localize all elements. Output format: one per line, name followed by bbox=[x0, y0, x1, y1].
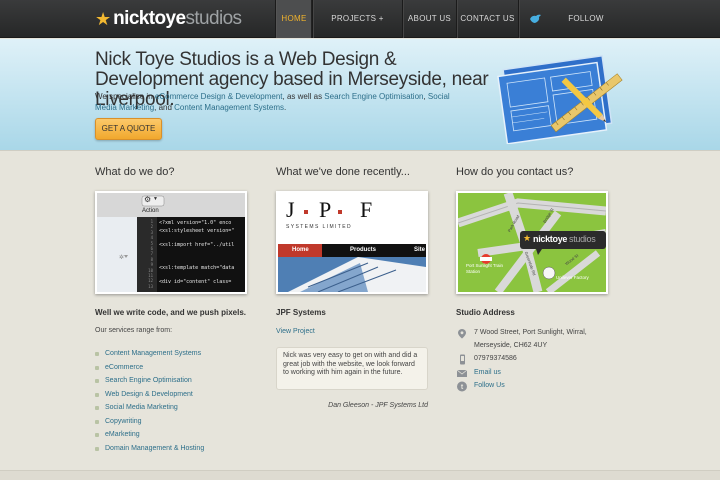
service-link-copywriting[interactable]: Copywriting bbox=[95, 415, 265, 429]
jpf-subtitle: SYSTEMS LIMITED bbox=[286, 224, 353, 230]
code-editor-screenshot: ⚙ ▼ Action ✲ 1 2 3 4 5 6 7 8 9 10 11 12 … bbox=[95, 191, 247, 294]
services-list: Content Management Systems eCommerce Sea… bbox=[95, 347, 265, 455]
email-us-link[interactable]: Email us bbox=[474, 369, 501, 376]
contact-heading: How do you contact us? bbox=[456, 166, 574, 178]
map-star-icon: ★ bbox=[523, 233, 532, 243]
services-intro: Our services range from: bbox=[95, 327, 173, 334]
gear-icon[interactable]: ⚙ bbox=[144, 195, 151, 204]
jpf-letter: F bbox=[360, 197, 373, 222]
line-numbers: 1 2 3 4 5 6 7 8 9 10 11 12 13 bbox=[139, 219, 153, 289]
link-ecommerce-design[interactable]: eCommerce Design & Development bbox=[155, 92, 283, 101]
jpf-nav-home: Home bbox=[292, 247, 309, 253]
action-label: Action bbox=[142, 208, 159, 214]
map-label-station: Port Sunlight Train Station bbox=[466, 263, 504, 274]
nav-item-about-us[interactable]: ABOUT US bbox=[403, 0, 456, 38]
twitter-bird-icon[interactable] bbox=[529, 13, 543, 24]
jpf-project-thumbnail[interactable]: J P F SYSTEMS LIMITED Home Products Site bbox=[276, 191, 428, 294]
project-name: JPF Systems bbox=[276, 308, 326, 317]
site-logo[interactable]: ★ nicktoye studios bbox=[95, 8, 242, 30]
get-a-quote-button[interactable]: GET A QUOTE bbox=[95, 118, 162, 140]
top-nav-bar: ★ nicktoye studios HOME PROJECTS + SERVI… bbox=[0, 0, 720, 61]
nav-item-contact-us[interactable]: CONTACT US bbox=[457, 0, 518, 38]
phone-number: 07979374586 bbox=[474, 355, 517, 362]
dropdown-arrow-icon: ▼ bbox=[153, 196, 158, 202]
recent-work-heading: What we've done recently... bbox=[276, 166, 410, 178]
star-icon: ★ bbox=[95, 9, 112, 29]
code-line: <xsl:stylesheet version=" bbox=[159, 228, 235, 234]
service-link-ecommerce[interactable]: eCommerce bbox=[95, 361, 265, 375]
email-icon bbox=[456, 369, 468, 377]
what-we-do-heading: What do we do? bbox=[95, 166, 175, 178]
nav-item-home[interactable]: HOME bbox=[276, 0, 312, 38]
testimonial-author: Dan Gleeson - JPF Systems Ltd bbox=[328, 402, 428, 409]
map-logo-secondary: studios bbox=[569, 234, 596, 244]
address-line-1: 7 Wood Street, Port Sunlight, Wirral, bbox=[474, 329, 587, 336]
map-logo-primary: nicktoye bbox=[533, 234, 568, 244]
blueprint-illustration bbox=[497, 54, 623, 144]
service-link-domain-hosting[interactable]: Domain Management & Hosting bbox=[95, 442, 265, 456]
nav-divider bbox=[518, 0, 519, 38]
link-cms[interactable]: Content Management Systems bbox=[174, 103, 284, 112]
hero-intro: We specialise in eCommerce Design & Deve… bbox=[95, 91, 455, 113]
jpf-nav-site: Site bbox=[414, 247, 426, 253]
service-link-cms[interactable]: Content Management Systems bbox=[95, 347, 265, 361]
service-link-seo[interactable]: Search Engine Optimisation bbox=[95, 374, 265, 388]
logo-text-primary: nicktoye bbox=[113, 8, 186, 29]
nav-item-follow-twitter[interactable]: FOLLOW @NICKTOYE bbox=[543, 0, 629, 61]
address-title: Studio Address bbox=[456, 308, 515, 317]
code-line: <xsl:template match="data bbox=[159, 265, 235, 271]
code-line: <div id="content" class= bbox=[159, 279, 232, 285]
footer-strip bbox=[0, 470, 720, 480]
service-link-social-media[interactable]: Social Media Marketing bbox=[95, 401, 265, 415]
jpf-letter: P bbox=[319, 197, 332, 222]
logo-text-secondary: studios bbox=[185, 8, 242, 29]
intro-text: , as well as bbox=[282, 92, 325, 101]
service-link-emarketing[interactable]: eMarketing bbox=[95, 428, 265, 442]
twitter-icon: t bbox=[457, 381, 467, 392]
location-pin-icon bbox=[458, 329, 466, 339]
view-project-link[interactable]: View Project bbox=[276, 328, 315, 335]
jpf-letter: J bbox=[286, 197, 295, 222]
jpf-nav-products: Products bbox=[350, 247, 377, 253]
line-number: 13 bbox=[148, 283, 153, 289]
map-label-factory: Unilever Factory bbox=[556, 275, 589, 280]
code-line: <?xml version="1.0" enco bbox=[159, 220, 232, 226]
intro-text: , and bbox=[154, 103, 175, 112]
address-line-2: Merseyside, CH62 4UY bbox=[474, 342, 548, 349]
intro-text: We specialise in bbox=[95, 92, 155, 101]
code-line: <xsl:import href="../util bbox=[159, 242, 235, 248]
phone-icon bbox=[460, 354, 465, 365]
nav-item-projects-services[interactable]: PROJECTS + SERVICES bbox=[313, 0, 402, 61]
what-we-do-tagline: Well we write code, and we push pixels. bbox=[95, 308, 247, 317]
testimonial-quote: Nick was very easy to get on with and di… bbox=[276, 347, 428, 390]
service-link-web-design[interactable]: Web Design & Development bbox=[95, 388, 265, 402]
intro-text: . bbox=[284, 103, 287, 112]
location-map[interactable]: ★ nicktoye studios Port Sunlight Train S… bbox=[456, 191, 608, 294]
link-seo[interactable]: Search Engine Optimisation bbox=[324, 92, 423, 101]
settings-gear-icon: ✲ bbox=[119, 255, 125, 261]
follow-us-link[interactable]: Follow Us bbox=[474, 382, 505, 389]
